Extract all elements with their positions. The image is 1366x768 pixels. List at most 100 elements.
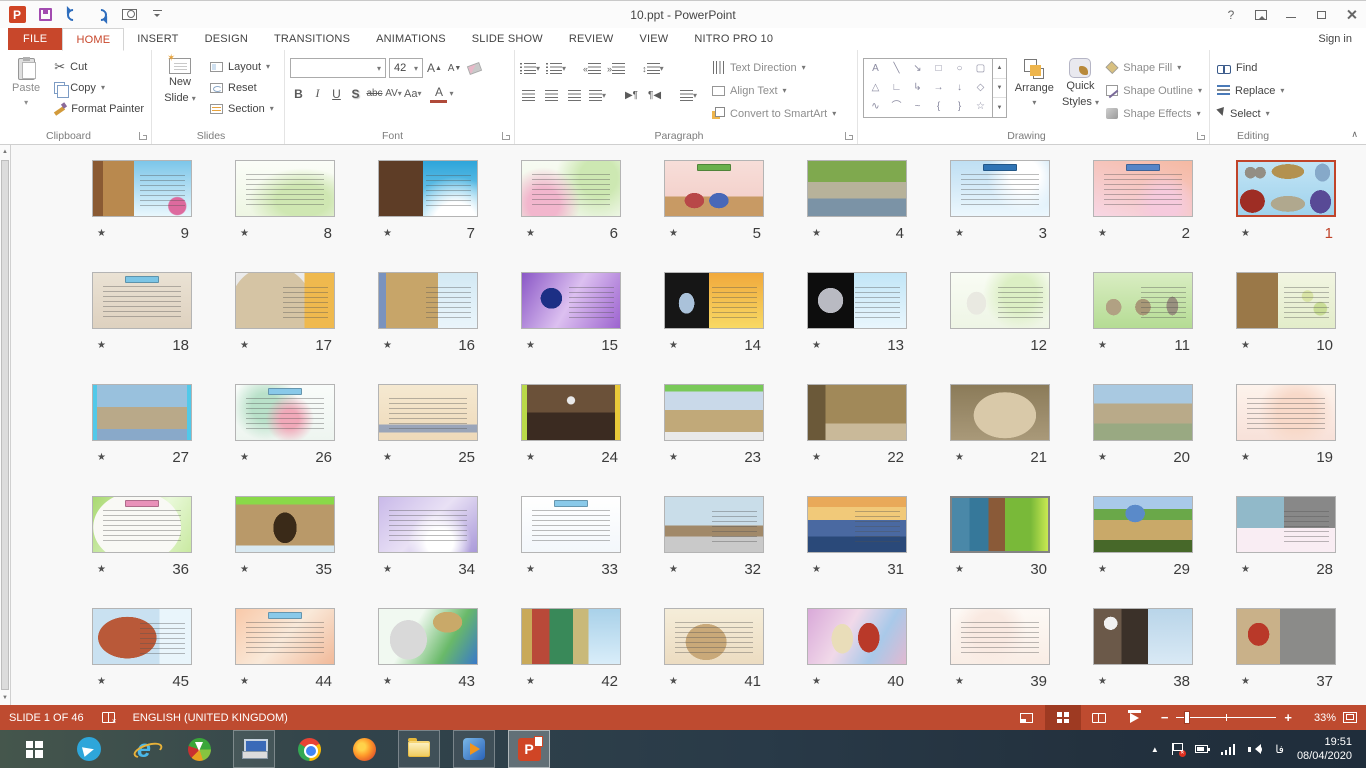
elbow-connector-shape-icon[interactable]: ∟: [892, 83, 902, 93]
slide-thumbnail-32[interactable]: [664, 496, 764, 553]
slide-thumbnail-9[interactable]: [92, 160, 192, 217]
freeform-shape-icon[interactable]: ∿: [871, 102, 879, 112]
line-arrow-shape-icon[interactable]: ↘: [913, 64, 921, 74]
shape-outline-button[interactable]: Shape Outline▾: [1104, 81, 1204, 100]
replace-button[interactable]: Replace▾: [1215, 81, 1286, 100]
font-name-combobox[interactable]: ▾: [290, 58, 386, 78]
minimize-icon[interactable]: [1276, 1, 1306, 28]
slide-thumbnail-4[interactable]: [807, 160, 907, 217]
left-brace-shape-icon[interactable]: {: [937, 102, 940, 112]
slide-thumbnail-43[interactable]: [378, 608, 478, 665]
character-spacing-button[interactable]: AV▾: [385, 84, 402, 103]
new-slide-button[interactable]: New Slide ▾: [157, 54, 203, 128]
slide-thumbnail-14[interactable]: [664, 272, 764, 329]
zoom-out-icon[interactable]: −: [1161, 710, 1169, 725]
normal-view-icon[interactable]: [1009, 705, 1045, 730]
volume-icon[interactable]: [1248, 744, 1262, 755]
slide-thumbnail-7[interactable]: [378, 160, 478, 217]
left-to-right-button[interactable]: ▶¶: [623, 86, 640, 105]
tab-view[interactable]: VIEW: [626, 28, 681, 50]
clear-formatting-button[interactable]: [466, 59, 483, 78]
taskbar-chrome-icon[interactable]: [288, 730, 330, 768]
slide-thumbnail-36[interactable]: [92, 496, 192, 553]
reset-button[interactable]: Reset: [208, 78, 276, 97]
taskbar-powerpoint-icon[interactable]: P: [508, 730, 550, 768]
slide-thumbnail-41[interactable]: [664, 608, 764, 665]
customize-quick-access-icon[interactable]: [148, 6, 166, 24]
text-direction-button[interactable]: Text Direction▾: [710, 58, 838, 77]
copy-button[interactable]: Copy▾: [52, 78, 146, 97]
start-from-beginning-icon[interactable]: [120, 6, 138, 24]
slide-thumbnail-35[interactable]: [235, 496, 335, 553]
slide-thumbnail-10[interactable]: [1236, 272, 1336, 329]
bold-button[interactable]: B: [290, 84, 307, 103]
slide-thumbnail-21[interactable]: [950, 384, 1050, 441]
slide-thumbnail-42[interactable]: [521, 608, 621, 665]
tab-nitro-pro-10[interactable]: NITRO PRO 10: [681, 28, 786, 50]
columns-button[interactable]: ▾: [680, 86, 697, 105]
zoom-in-icon[interactable]: +: [1284, 710, 1292, 725]
slide-thumbnail-1[interactable]: [1236, 160, 1336, 217]
line-spacing-button[interactable]: ↕▾: [642, 59, 664, 78]
close-icon[interactable]: [1336, 1, 1366, 28]
slide-thumbnail-39[interactable]: [950, 608, 1050, 665]
justify-button[interactable]: ▾: [589, 86, 606, 105]
tab-transitions[interactable]: TRANSITIONS: [261, 28, 363, 50]
slide-thumbnail-23[interactable]: [664, 384, 764, 441]
shapes-more-icon[interactable]: ▼: [993, 98, 1006, 117]
paste-dropdown-icon[interactable]: ▾: [24, 98, 28, 108]
arc-shape-icon[interactable]: ⌒: [892, 102, 902, 112]
slide-thumbnail-15[interactable]: [521, 272, 621, 329]
clipboard-dialog-launcher[interactable]: [139, 132, 147, 140]
slide-thumbnail-16[interactable]: [378, 272, 478, 329]
clock[interactable]: 19:51 08/04/2020: [1297, 735, 1356, 764]
slide-thumbnail-24[interactable]: [521, 384, 621, 441]
down-arrow-shape-icon[interactable]: ↓: [957, 83, 962, 93]
right-arrow-shape-icon[interactable]: →: [934, 83, 944, 93]
slide-thumbnail-18[interactable]: [92, 272, 192, 329]
vertical-scrollbar[interactable]: ▲ ▼: [0, 145, 11, 705]
hidden-icons-chevron[interactable]: ▲: [1151, 745, 1159, 754]
slide-thumbnail-30[interactable]: [950, 496, 1050, 553]
elbow-arrow-connector-shape-icon[interactable]: ↳: [913, 83, 921, 93]
redo-icon[interactable]: [92, 6, 110, 24]
action-center-flag-icon[interactable]: ✕: [1172, 743, 1182, 755]
paragraph-dialog-launcher[interactable]: [845, 132, 853, 140]
right-to-left-button[interactable]: ¶◀: [646, 86, 663, 105]
taskbar-start-icon[interactable]: [13, 730, 55, 768]
slide-thumbnail-5[interactable]: [664, 160, 764, 217]
power-icon[interactable]: [1195, 745, 1208, 753]
text-shadow-button[interactable]: S: [347, 84, 364, 103]
line-shape-icon[interactable]: ╲: [893, 64, 899, 74]
quick-styles-button[interactable]: Quick Styles ▾: [1062, 54, 1100, 128]
slide-thumbnail-33[interactable]: [521, 496, 621, 553]
slide-thumbnail-11[interactable]: [1093, 272, 1193, 329]
slide-sorter-view-icon[interactable]: [1045, 705, 1081, 730]
slide-thumbnail-31[interactable]: [807, 496, 907, 553]
slide-thumbnail-38[interactable]: [1093, 608, 1193, 665]
align-right-button[interactable]: [566, 86, 583, 105]
cut-button[interactable]: ✂Cut: [52, 57, 146, 76]
shape-effects-button[interactable]: Shape Effects▾: [1104, 104, 1204, 123]
paste-button[interactable]: Paste ▾: [5, 54, 47, 128]
tab-file[interactable]: FILE: [8, 28, 62, 50]
format-painter-button[interactable]: Format Painter: [52, 99, 146, 118]
scroll-up-icon[interactable]: ▲: [0, 145, 10, 159]
save-icon[interactable]: [36, 6, 54, 24]
increase-indent-button[interactable]: »: [607, 59, 625, 78]
taskbar-firefox-icon[interactable]: [343, 730, 385, 768]
italic-button[interactable]: I: [309, 84, 326, 103]
slide-thumbnail-40[interactable]: [807, 608, 907, 665]
right-brace-shape-icon[interactable]: }: [958, 102, 961, 112]
slide-thumbnail-19[interactable]: [1236, 384, 1336, 441]
network-signal-icon[interactable]: [1221, 744, 1236, 755]
slide-thumbnail-20[interactable]: [1093, 384, 1193, 441]
decrease-indent-button[interactable]: «: [583, 59, 601, 78]
oval-shape-icon[interactable]: ○: [956, 64, 962, 74]
taskbar-telegram-icon[interactable]: [68, 730, 110, 768]
diamond-shape-icon[interactable]: ◇: [977, 83, 985, 93]
taskbar-idm-icon[interactable]: [178, 730, 220, 768]
isosceles-triangle-shape-icon[interactable]: △: [872, 83, 880, 93]
font-color-dropdown-icon[interactable]: ▾: [449, 89, 453, 98]
slide-thumbnail-29[interactable]: [1093, 496, 1193, 553]
